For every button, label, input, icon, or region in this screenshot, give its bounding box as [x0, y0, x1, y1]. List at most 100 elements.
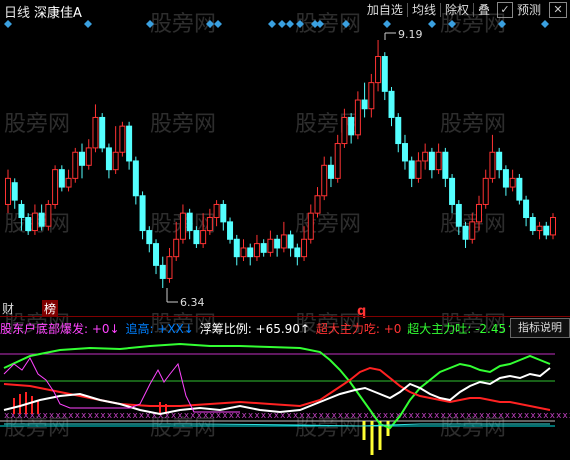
- pane-divider[interactable]: [0, 316, 570, 317]
- candle-body: [206, 217, 213, 232]
- candle-body: [368, 82, 375, 110]
- candle-body: [287, 234, 294, 249]
- legend-item: 股东户底部爆发: +0↓: [0, 322, 120, 336]
- indicator-help-button[interactable]: 指标说明: [510, 318, 570, 338]
- signal-diamond: [268, 20, 276, 28]
- high-marker: 9.19: [384, 28, 423, 41]
- candle-body: [18, 203, 25, 219]
- low-marker: 6.34: [166, 288, 205, 309]
- moving-average-button[interactable]: 均线: [408, 0, 440, 20]
- signal-diamond: [498, 20, 506, 28]
- candle-body: [388, 90, 395, 118]
- signal-diamond: [316, 20, 324, 28]
- signal-diamond: [84, 20, 92, 28]
- candle-body: [173, 238, 180, 258]
- close-icon[interactable]: ✕: [549, 2, 567, 18]
- candle-body: [213, 203, 220, 219]
- price-chart[interactable]: 9.19 6.34: [0, 18, 570, 316]
- candle-body: [5, 177, 11, 205]
- candle-body: [85, 147, 92, 166]
- candle-body: [240, 247, 247, 258]
- candlestick-series: [5, 40, 556, 288]
- candle-body: [301, 238, 308, 258]
- candle-body: [502, 169, 509, 188]
- low-price-label: 6.34: [180, 296, 205, 309]
- candle-body: [529, 217, 536, 232]
- candle-body: [523, 199, 530, 219]
- candle-body: [354, 99, 361, 136]
- candle-body: [179, 212, 186, 240]
- candle-body: [58, 169, 65, 188]
- candle-body: [428, 151, 435, 171]
- candle-body: [200, 230, 207, 245]
- signal-diamond: [296, 20, 304, 28]
- candle-body: [31, 212, 38, 232]
- signal-diamond: [206, 20, 214, 28]
- red-line: [3, 366, 551, 411]
- candle-body: [307, 212, 314, 240]
- candle-body: [442, 151, 449, 179]
- candle-body: [132, 160, 139, 197]
- candle-body: [455, 203, 462, 227]
- signal-diamond: [214, 20, 222, 28]
- legend-item: 浮筹比例: +65.90↑: [199, 322, 311, 336]
- candle-body: [220, 203, 227, 223]
- candle-body: [72, 151, 79, 179]
- candle-body: [52, 169, 59, 205]
- candle-body: [415, 160, 422, 179]
- indicator-chart[interactable]: xxxxxxxxxxxxxxxxxxxxxxxxxxxxxxxxxxxxxxxx…: [0, 336, 570, 460]
- high-price-label: 9.19: [398, 28, 423, 41]
- candle-body: [227, 221, 234, 240]
- candle-body: [489, 151, 496, 179]
- candle-body: [516, 177, 523, 201]
- candle-body: [509, 177, 516, 188]
- candle-body: [314, 195, 321, 214]
- candle-body: [361, 99, 368, 110]
- add-watchlist-button[interactable]: 加自选: [363, 0, 407, 20]
- candle-body: [422, 151, 429, 162]
- candle-body: [408, 160, 415, 179]
- candle-body: [469, 221, 476, 240]
- candle-body: [153, 243, 160, 266]
- candle-body: [280, 234, 287, 249]
- candle-body: [536, 225, 543, 232]
- candle-body: [119, 125, 126, 153]
- candle-body: [112, 151, 119, 171]
- candle-body: [105, 147, 112, 171]
- signal-diamond: [286, 20, 294, 28]
- candle-body: [247, 247, 254, 258]
- candle-body: [449, 177, 456, 205]
- candle-body: [92, 116, 99, 149]
- finance-label[interactable]: 财: [2, 300, 14, 317]
- signal-diamond: [448, 20, 456, 28]
- candle-body: [11, 182, 18, 201]
- candle-body: [99, 116, 106, 149]
- candle-body: [381, 56, 388, 92]
- candle-body: [334, 143, 341, 179]
- candle-body: [401, 143, 408, 162]
- candle-body: [543, 225, 550, 236]
- candle-body: [327, 164, 334, 179]
- candle-body: [79, 151, 86, 166]
- signal-diamond: [342, 20, 350, 28]
- signal-diamond: [146, 20, 154, 28]
- candle-body: [375, 56, 382, 84]
- forecast-button[interactable]: 预测: [513, 0, 545, 20]
- candle-body: [267, 238, 274, 253]
- candle-body: [294, 247, 301, 258]
- candle-body: [348, 116, 355, 136]
- legend-item: 超大主力吃: +0: [315, 322, 402, 336]
- candle-body: [139, 195, 146, 232]
- rank-label[interactable]: 榜: [42, 300, 59, 317]
- candle-body: [233, 238, 240, 258]
- candle-body: [166, 256, 173, 279]
- candle-body: [496, 151, 503, 171]
- white-line: [3, 367, 551, 416]
- candle-body: [435, 151, 442, 171]
- legend-item: 追高: +XX↓: [125, 322, 194, 336]
- signal-diamond: [278, 20, 286, 28]
- candle-body: [341, 116, 348, 145]
- candle-body: [395, 116, 402, 145]
- candle-body: [193, 230, 200, 245]
- signal-diamonds: [4, 20, 549, 28]
